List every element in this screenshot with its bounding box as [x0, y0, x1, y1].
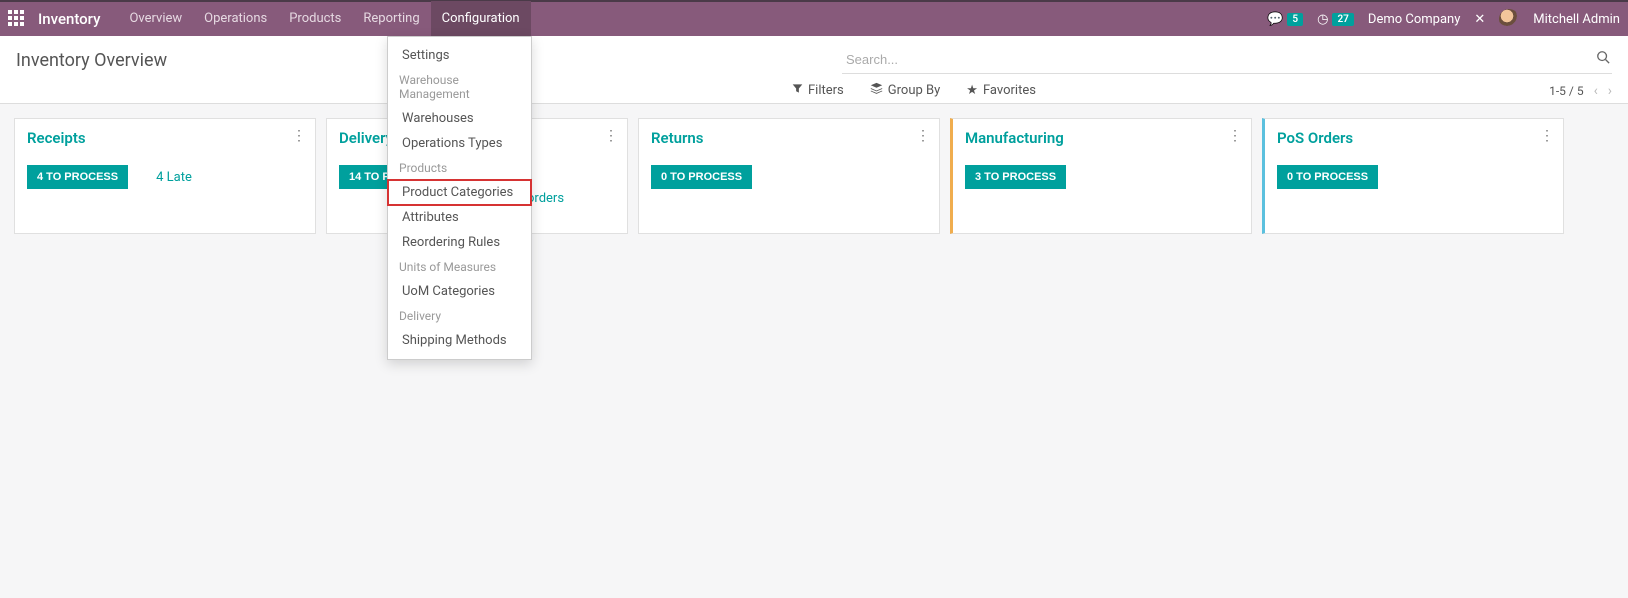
- card-menu-icon[interactable]: ⋮: [1228, 129, 1241, 143]
- pager-prev[interactable]: ‹: [1594, 83, 1598, 99]
- nav-operations[interactable]: Operations: [193, 1, 278, 37]
- dd-warehouses[interactable]: Warehouses: [388, 106, 531, 131]
- dd-attributes[interactable]: Attributes: [388, 205, 531, 230]
- nav-reporting[interactable]: Reporting: [352, 1, 430, 37]
- dd-settings[interactable]: Settings: [388, 43, 531, 68]
- nav-menu: Overview Operations Products Reporting C…: [118, 1, 530, 37]
- card-title: PoS Orders: [1277, 129, 1551, 147]
- favorites-label: Favorites: [983, 83, 1036, 98]
- discuss-indicator[interactable]: 💬 5: [1267, 12, 1303, 27]
- pager-next[interactable]: ›: [1608, 83, 1612, 99]
- card-title: Returns: [651, 129, 927, 147]
- dd-uom-categories[interactable]: UoM Categories: [388, 279, 531, 304]
- page-title: Inventory Overview: [16, 50, 167, 71]
- user-name[interactable]: Mitchell Admin: [1533, 12, 1620, 27]
- card-menu-icon[interactable]: ⋮: [292, 129, 305, 143]
- dd-operations-types[interactable]: Operations Types: [388, 131, 531, 156]
- chat-icon: 💬: [1267, 12, 1283, 27]
- activity-badge: 27: [1332, 13, 1353, 26]
- process-button[interactable]: 3 TO PROCESS: [965, 165, 1066, 189]
- card-title: Receipts: [27, 129, 303, 147]
- nav-overview[interactable]: Overview: [118, 1, 193, 37]
- dd-reordering-rules[interactable]: Reordering Rules: [388, 230, 531, 255]
- dd-header-warehouse: Warehouse Management: [388, 68, 531, 106]
- apps-icon[interactable]: [8, 10, 26, 28]
- pager: 1-5 / 5 ‹ ›: [1549, 83, 1612, 99]
- kanban-card-pos[interactable]: PoS Orders ⋮ 0 TO PROCESS: [1262, 118, 1564, 234]
- search-input[interactable]: [842, 46, 1612, 74]
- card-title: Manufacturing: [965, 129, 1239, 147]
- company-selector[interactable]: Demo Company: [1368, 12, 1460, 27]
- kanban-card-manufacturing[interactable]: Manufacturing ⋮ 3 TO PROCESS: [950, 118, 1252, 234]
- nav-products[interactable]: Products: [278, 1, 352, 37]
- nav-configuration[interactable]: Configuration: [431, 1, 531, 37]
- main-navbar: Inventory Overview Operations Products R…: [0, 0, 1628, 36]
- debug-icon[interactable]: ✕: [1474, 12, 1485, 27]
- kanban-view: Receipts ⋮ 4 TO PROCESS 4 Late Delivery …: [0, 104, 1628, 248]
- card-menu-icon[interactable]: ⋮: [604, 129, 617, 143]
- discuss-badge: 5: [1287, 13, 1303, 26]
- card-menu-icon[interactable]: ⋮: [916, 129, 929, 143]
- dd-shipping-methods[interactable]: Shipping Methods: [388, 328, 531, 353]
- pager-range: 1-5 / 5: [1549, 84, 1583, 98]
- search-icon[interactable]: [1596, 50, 1610, 68]
- filters-button[interactable]: Filters: [792, 82, 844, 99]
- user-avatar[interactable]: [1499, 9, 1519, 29]
- funnel-icon: [792, 83, 803, 98]
- kanban-card-receipts[interactable]: Receipts ⋮ 4 TO PROCESS 4 Late: [14, 118, 316, 234]
- clock-icon: ◷: [1317, 12, 1328, 27]
- card-menu-icon[interactable]: ⋮: [1540, 129, 1553, 143]
- groupby-button[interactable]: Group By: [870, 82, 941, 99]
- process-button[interactable]: 0 TO PROCESS: [651, 165, 752, 189]
- app-brand[interactable]: Inventory: [38, 10, 100, 28]
- dd-header-delivery: Delivery: [388, 304, 531, 328]
- dd-header-uom: Units of Measures: [388, 255, 531, 279]
- layers-icon: [870, 82, 883, 99]
- configuration-dropdown: Settings Warehouse Management Warehouses…: [387, 36, 532, 360]
- search-wrapper: [842, 46, 1612, 74]
- late-link[interactable]: 4 Late: [156, 170, 192, 185]
- orders-link[interactable]: orders: [527, 191, 564, 206]
- dd-header-products: Products: [388, 156, 531, 180]
- search-toolbar: Filters Group By ★ Favorites: [792, 82, 1036, 99]
- control-panel: Inventory Overview Filters Group By: [0, 36, 1628, 104]
- groupby-label: Group By: [888, 83, 941, 98]
- navbar-right: 💬 5 ◷ 27 Demo Company ✕ Mitchell Admin: [1267, 9, 1620, 29]
- dd-product-categories[interactable]: Product Categories: [388, 180, 531, 205]
- star-icon: ★: [966, 83, 978, 98]
- favorites-button[interactable]: ★ Favorites: [966, 82, 1036, 99]
- activity-indicator[interactable]: ◷ 27: [1317, 12, 1354, 27]
- process-button[interactable]: 0 TO PROCESS: [1277, 165, 1378, 189]
- kanban-card-returns[interactable]: Returns ⋮ 0 TO PROCESS: [638, 118, 940, 234]
- filters-label: Filters: [808, 83, 844, 98]
- process-button[interactable]: 4 TO PROCESS: [27, 165, 128, 189]
